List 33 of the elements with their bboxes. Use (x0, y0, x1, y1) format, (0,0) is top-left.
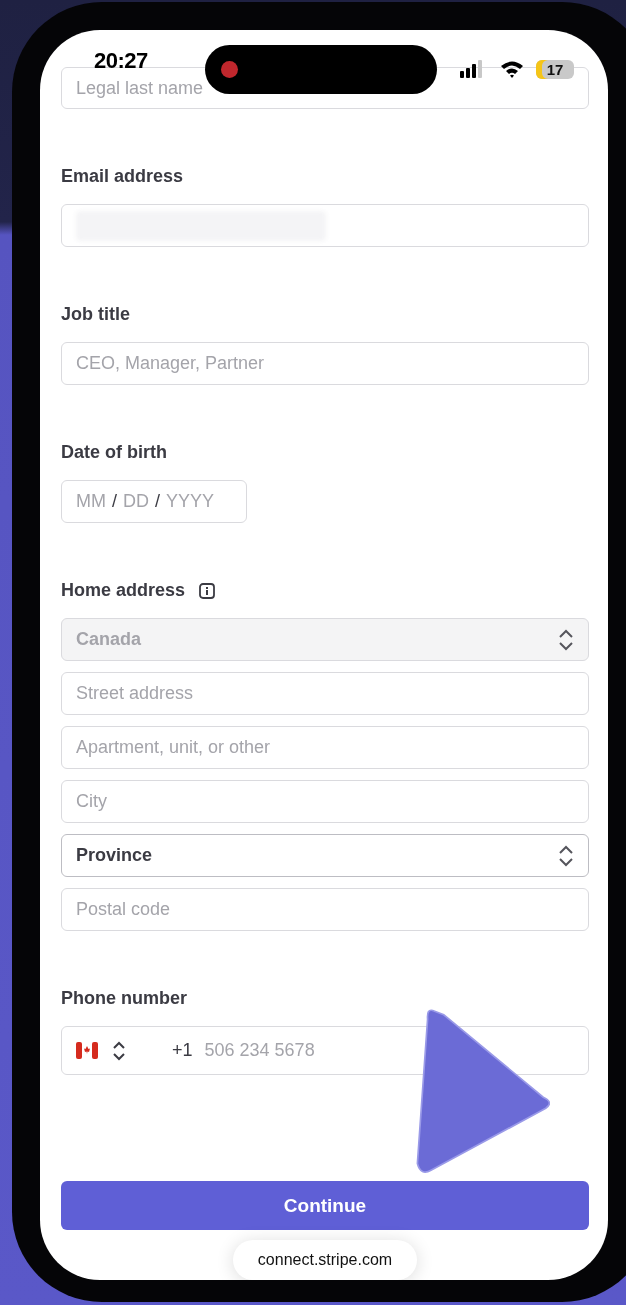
continue-button[interactable]: Continue (61, 1181, 589, 1230)
country-code: +1 (172, 1040, 193, 1062)
battery-icon: 17 (536, 60, 574, 79)
chevron-updown-icon (558, 628, 574, 651)
field-label: Job title (61, 304, 130, 326)
text-field[interactable]: City (61, 780, 589, 824)
url-pill[interactable]: connect.stripe.com (232, 1240, 418, 1280)
field-label: Email address (61, 166, 184, 188)
date-separator: / (155, 491, 161, 513)
select-value: Province (76, 845, 153, 867)
wifi-icon (500, 60, 524, 78)
flag-icon (76, 1042, 98, 1060)
info-icon[interactable] (199, 582, 216, 599)
field-label: Date of birth (61, 442, 167, 464)
text-field[interactable]: Postal code (61, 888, 589, 932)
date-field[interactable]: MM / DD / YYYY (61, 480, 247, 524)
date-separator: / (112, 491, 117, 513)
signal-icon (460, 60, 482, 78)
text-field[interactable]: Street address (61, 672, 589, 716)
field-label: Phone number (61, 988, 187, 1010)
date-part: YYYY (166, 491, 215, 513)
text-field[interactable]: CEO, Manager, Partner (61, 342, 589, 386)
select-value: Canada (76, 629, 142, 651)
chevron-updown-icon (112, 1040, 126, 1061)
field-label: Home address (61, 580, 186, 602)
chevron-updown-icon (558, 844, 574, 867)
phone-placeholder: 506 234 5678 (204, 1040, 315, 1062)
date-part: DD (123, 491, 149, 513)
text-field[interactable]: Apartment, unit, or other (61, 726, 589, 770)
select-field[interactable]: Province (61, 834, 589, 878)
status-time: 20:27 (94, 48, 148, 74)
email-field[interactable] (61, 204, 589, 248)
date-part: MM (76, 491, 106, 513)
